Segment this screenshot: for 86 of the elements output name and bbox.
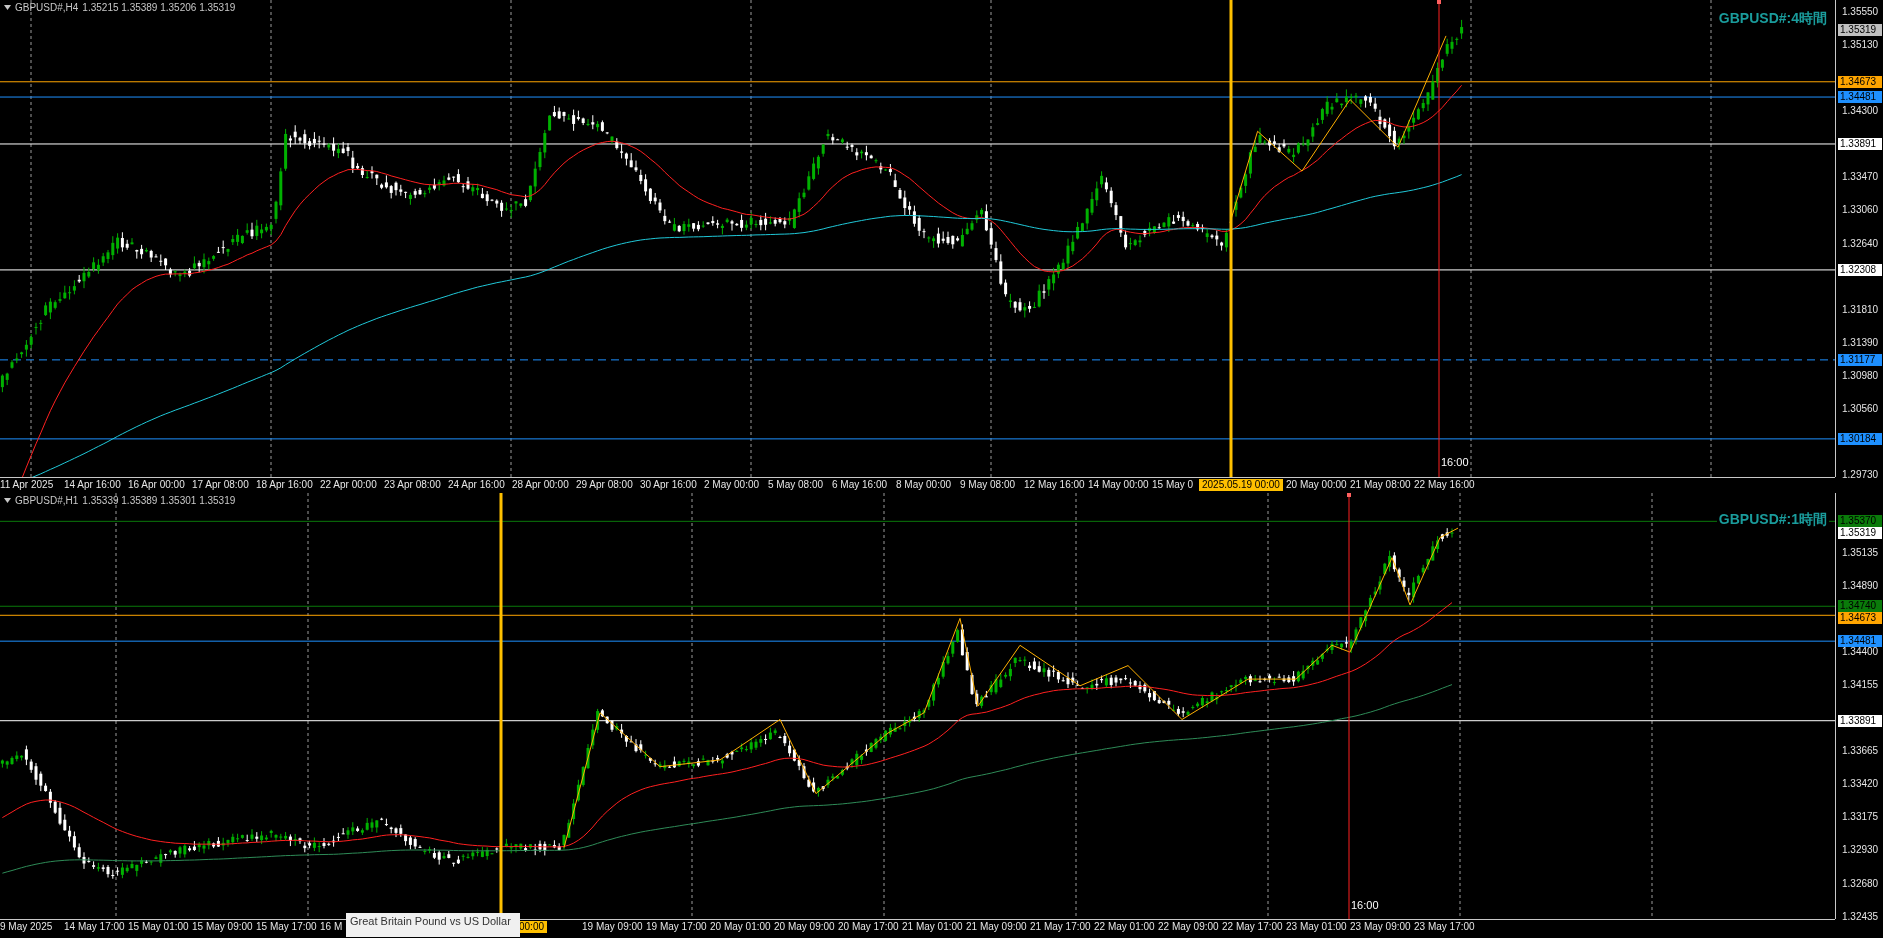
price-level-label: 1.34673 — [1838, 612, 1882, 625]
time-tick-label: 14 May 00:00 — [1088, 479, 1149, 491]
price-level-label: 1.33891 — [1838, 714, 1882, 727]
time-tick-label: 14 Apr 16:00 — [64, 479, 121, 491]
symbol-tooltip: Great Britain Pound vs US Dollar — [346, 913, 520, 938]
price-level-label: 1.34481 — [1838, 91, 1882, 104]
price-tick-label: 1.32930 — [1842, 844, 1879, 857]
current-price-label: 1.35319 — [1838, 527, 1882, 540]
time-tick-label: 5 May 08:00 — [768, 479, 824, 491]
time-tick-label: 29 Apr 08:00 — [576, 479, 633, 491]
time-tick-label: 14 May 17:00 — [64, 921, 125, 934]
price-level-label: 1.30184 — [1838, 432, 1882, 445]
price-level-label: 1.34481 — [1838, 635, 1882, 648]
time-tick-label: 24 Apr 16:00 — [448, 479, 505, 491]
time-tick-label: 20 May 09:00 — [774, 921, 835, 934]
price-tick-label: 1.33470 — [1842, 171, 1879, 184]
price-tick-label: 1.31810 — [1842, 303, 1879, 316]
time-tick-label: 22 Apr 00:00 — [320, 479, 377, 491]
time-tick-label: 28 Apr 00:00 — [512, 479, 569, 491]
time-tick-label: 9 May 2025 — [0, 921, 53, 934]
time-tick-label: 15 May 01:00 — [128, 921, 189, 934]
time-tick-label: 22 May 09:00 — [1158, 921, 1219, 934]
time-tick-label: 12 May 16:00 — [1024, 479, 1085, 491]
time-tick-label: 15 May 17:00 — [256, 921, 317, 934]
time-tick-label: 20 May 17:00 — [838, 921, 899, 934]
time-tick-label: 2 May 00:00 — [704, 479, 760, 491]
chart-title: GBPUSD#:1時間 — [1716, 510, 1829, 529]
time-tick-label: 23 May 01:00 — [1286, 921, 1347, 934]
time-tick-label: 15 May 0 — [1152, 479, 1194, 491]
price-tick-label: 1.35130 — [1842, 39, 1879, 52]
time-tick-label: 6 May 16:00 — [832, 479, 888, 491]
price-tick-label: 1.32640 — [1842, 237, 1879, 250]
price-tick-label: 1.32435 — [1842, 910, 1879, 923]
price-level-label: 1.34740 — [1838, 600, 1882, 613]
price-tick-label: 1.29730 — [1842, 469, 1879, 481]
price-tick-label: 1.35550 — [1842, 6, 1879, 18]
price-tick-label: 1.33060 — [1842, 204, 1879, 217]
time-tick-label: 19 May 09:00 — [582, 921, 643, 934]
time-tick-label: 23 May 09:00 — [1350, 921, 1411, 934]
price-tick-label: 1.30560 — [1842, 402, 1879, 415]
time-tick-label: 18 Apr 16:00 — [256, 479, 313, 491]
time-tick-label: 21 May 01:00 — [902, 921, 963, 934]
time-tick-label: 15 May 09:00 — [192, 921, 253, 934]
price-tick-label: 1.32680 — [1842, 877, 1879, 890]
price-tick-label: 1.33420 — [1842, 778, 1879, 791]
price-level-label: 1.34673 — [1838, 75, 1882, 88]
time-tick-label: 30 Apr 16:00 — [640, 479, 697, 491]
time-tick-label: 21 May 17:00 — [1030, 921, 1091, 934]
time-tick-label: 20 May 00:00 — [1286, 479, 1347, 491]
time-tick-label: 22 May 16:00 — [1414, 479, 1475, 491]
price-tick-label: 1.31390 — [1842, 336, 1879, 349]
time-tick-label: 22 May 17:00 — [1222, 921, 1283, 934]
price-level-label: 1.31177 — [1838, 353, 1882, 366]
price-level-label: 1.32308 — [1838, 263, 1882, 276]
time-tick-label: 23 Apr 08:00 — [384, 479, 441, 491]
ohlc-prices: 1.35215 1.35389 1.35206 1.35319 — [82, 2, 236, 13]
time-tick-label: 11 Apr 2025 — [0, 479, 54, 491]
time-tick-label: 9 May 08:00 — [960, 479, 1016, 491]
chart-title: GBPUSD#:4時間 — [1716, 10, 1829, 28]
time-tick-label: 17 Apr 08:00 — [192, 479, 249, 491]
current-price-label: 1.35319 — [1838, 24, 1882, 37]
crosshair-time-label: 16:00 — [1351, 898, 1379, 911]
price-level-label: 1.33891 — [1838, 137, 1882, 150]
crosshair-time-label: 16:00 — [1441, 456, 1469, 468]
time-tick-label: 22 May 01:00 — [1094, 921, 1155, 934]
price-tick-label: 1.35135 — [1842, 546, 1879, 559]
symbol-label: GBPUSD#,H1 — [15, 494, 79, 506]
time-tick-label: 20 May 01:00 — [710, 921, 771, 934]
price-tick-label: 1.34400 — [1842, 646, 1879, 659]
time-tick-label: 8 May 00:00 — [896, 479, 952, 491]
time-tick-label: 23 May 17:00 — [1414, 921, 1475, 934]
period-marker-label: 2025.05.19 00:00 — [1199, 479, 1283, 491]
symbol-label: GBPUSD#,H4 — [15, 2, 79, 13]
price-tick-label: 1.30980 — [1842, 369, 1879, 382]
price-level-label: 1.35370 — [1838, 515, 1882, 528]
price-tick-label: 1.34890 — [1842, 579, 1879, 592]
price-tick-label: 1.34155 — [1842, 679, 1879, 692]
time-tick-label: 16 Apr 00:00 — [128, 479, 185, 491]
price-tick-label: 1.33665 — [1842, 745, 1879, 758]
time-tick-label: 21 May 08:00 — [1350, 479, 1411, 491]
ohlc-prices: 1.35339 1.35389 1.35301 1.35319 — [82, 494, 236, 506]
time-tick-label: 21 May 09:00 — [966, 921, 1027, 934]
time-tick-label: 16 M — [320, 921, 343, 934]
price-tick-label: 1.33175 — [1842, 811, 1879, 824]
time-tick-label: 19 May 17:00 — [646, 921, 707, 934]
price-tick-label: 1.34300 — [1842, 105, 1879, 118]
